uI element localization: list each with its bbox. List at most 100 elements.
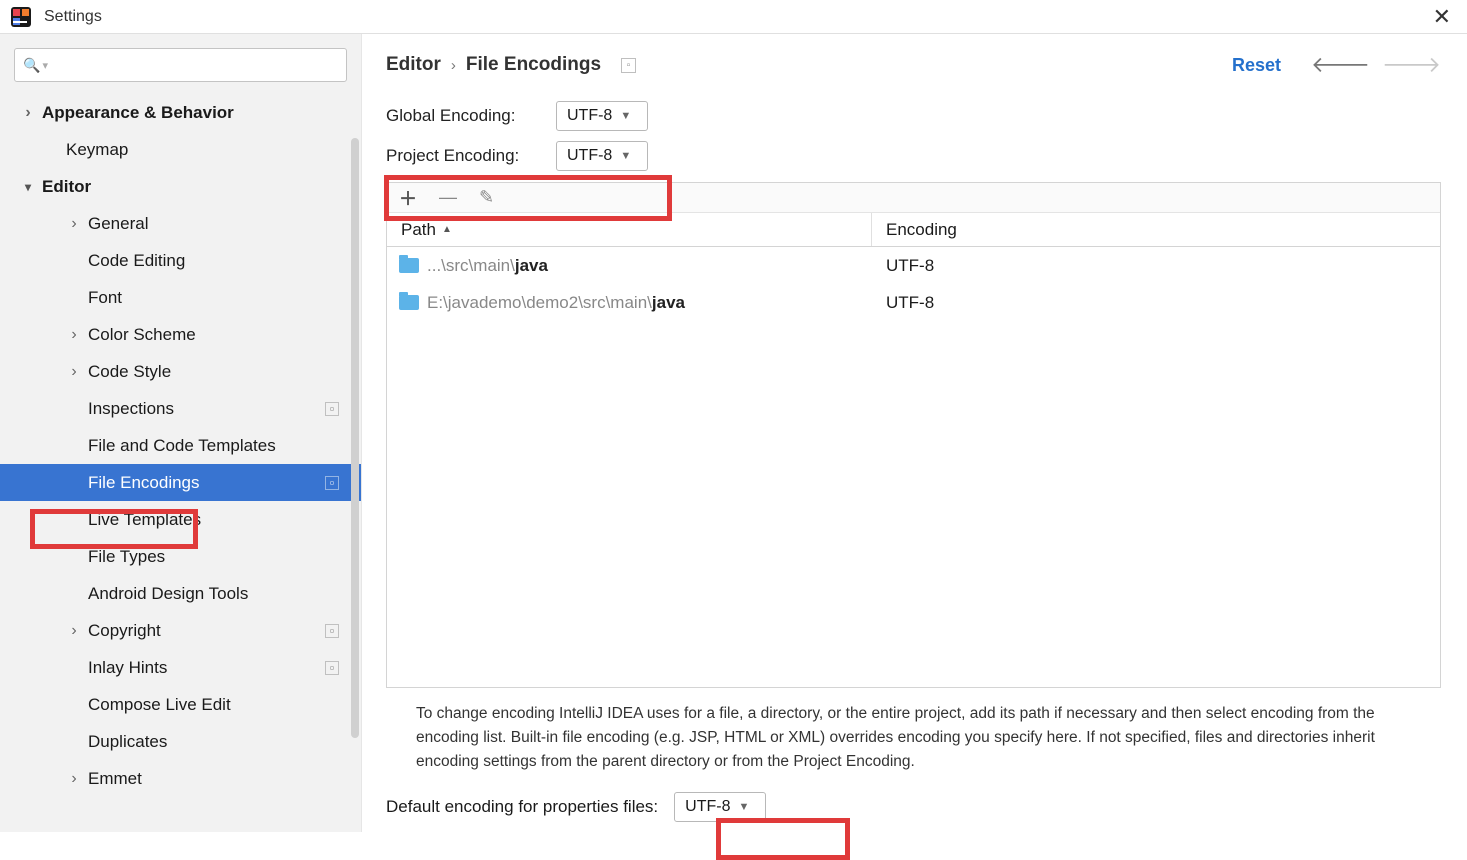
search-icon: 🔍 xyxy=(23,57,40,74)
tree-item-label: File and Code Templates xyxy=(88,436,276,456)
tree-item-label: Compose Live Edit xyxy=(88,695,231,715)
tree-item-label: Emmet xyxy=(88,769,142,789)
tree-item-emmet[interactable]: › Emmet xyxy=(0,760,361,797)
tree-item-label: Color Scheme xyxy=(88,325,196,345)
window-title: Settings xyxy=(44,8,102,26)
tree-item-label: Copyright xyxy=(88,621,161,641)
properties-encoding-label: Default encoding for properties files: xyxy=(386,797,658,817)
tree-item-color-scheme[interactable]: › Color Scheme xyxy=(0,316,361,353)
tree-item-label: Appearance & Behavior xyxy=(42,103,234,123)
tree-item-inlay-hints[interactable]: ›Inlay Hints▫ xyxy=(0,649,361,686)
tree-item-live-templates[interactable]: ›Live Templates xyxy=(0,501,361,538)
sort-ascending-icon: ▲ xyxy=(442,224,452,235)
title-bar: Settings ✕ xyxy=(0,0,1467,34)
folder-icon xyxy=(399,295,419,310)
chevron-right-icon: › xyxy=(66,326,82,344)
global-encoding-select[interactable]: UTF-8 ▼ xyxy=(556,101,648,131)
settings-tree-sidebar: 🔍 ▾ ›Appearance & Behavior›Keymap▾Editor… xyxy=(0,34,362,832)
chevron-down-icon: ▾ xyxy=(20,180,36,194)
table-toolbar: ＋ — ✎ xyxy=(387,183,1440,213)
properties-encoding-value: UTF-8 xyxy=(685,798,730,816)
edit-icon[interactable]: ✎ xyxy=(479,187,494,208)
tree-item-code-editing[interactable]: ›Code Editing xyxy=(0,242,361,279)
tree-item-editor[interactable]: ▾ Editor xyxy=(0,168,361,205)
tree-item-file-and-code-templates[interactable]: ›File and Code Templates xyxy=(0,427,361,464)
chevron-down-icon: ▼ xyxy=(738,801,749,813)
path-text: E:\javademo\demo2\src\main\java xyxy=(427,293,685,313)
tree-item-general[interactable]: ›General xyxy=(0,205,361,242)
chevron-right-icon: › xyxy=(451,57,456,74)
project-encoding-select[interactable]: UTF-8 ▼ xyxy=(556,141,648,171)
add-icon[interactable]: ＋ xyxy=(399,185,417,211)
breadcrumb-editor[interactable]: Editor xyxy=(386,54,441,76)
breadcrumb-file-encodings: File Encodings xyxy=(466,54,601,76)
chevron-right-icon: › xyxy=(66,770,82,788)
tree-item-code-style[interactable]: › Code Style xyxy=(0,353,361,390)
remove-icon[interactable]: — xyxy=(439,187,457,208)
nav-back-icon[interactable]: 🡐 xyxy=(1311,52,1370,78)
global-encoding-value: UTF-8 xyxy=(567,107,612,125)
column-header-path[interactable]: Path ▲ xyxy=(387,213,872,246)
chevron-down-icon: ▼ xyxy=(620,110,631,122)
settings-tree[interactable]: ›Appearance & Behavior›Keymap▾Editor›Gen… xyxy=(0,94,361,832)
tree-item-label: Editor xyxy=(42,177,91,197)
nav-forward-icon: 🡒 xyxy=(1382,52,1441,78)
tree-item-label: Code Style xyxy=(88,362,171,382)
app-icon xyxy=(10,6,32,28)
tree-item-copyright[interactable]: › Copyright ▫ xyxy=(0,612,361,649)
tree-item-font[interactable]: ›Font xyxy=(0,279,361,316)
path-text: ...\src\main\java xyxy=(427,256,548,276)
chevron-right-icon: › xyxy=(66,622,82,640)
table-header: Path ▲ Encoding xyxy=(387,213,1440,247)
table-row[interactable]: E:\javademo\demo2\src\main\javaUTF-8 xyxy=(387,284,1440,321)
column-header-encoding-label: Encoding xyxy=(886,220,957,239)
column-header-encoding[interactable]: Encoding xyxy=(872,220,1440,240)
close-icon[interactable]: ✕ xyxy=(1427,4,1457,30)
project-scope-badge-icon: ▫ xyxy=(621,58,636,73)
tree-item-inspections[interactable]: ›Inspections▫ xyxy=(0,390,361,427)
tree-item-label: Font xyxy=(88,288,122,308)
tree-item-label: Inspections xyxy=(88,399,174,419)
tree-item-android-design-tools[interactable]: ›Android Design Tools xyxy=(0,575,361,612)
project-encoding-row: Project Encoding: UTF-8 ▼ xyxy=(386,136,1441,176)
tree-item-label: File Encodings xyxy=(88,473,200,493)
reset-button[interactable]: Reset xyxy=(1232,55,1281,76)
tree-item-label: Code Editing xyxy=(88,251,185,271)
tree-item-keymap[interactable]: ›Keymap xyxy=(0,131,361,168)
tree-item-label: Duplicates xyxy=(88,732,167,752)
encoding-table: ＋ — ✎ Path ▲ Encoding ...\src\main\java U… xyxy=(386,182,1441,688)
properties-encoding-row: Default encoding for properties files: U… xyxy=(386,788,1441,822)
global-encoding-row: Global Encoding: UTF-8 ▼ xyxy=(386,96,1441,136)
chevron-right-icon: › xyxy=(20,104,36,122)
tree-item-label: Keymap xyxy=(66,140,128,160)
global-encoding-label: Global Encoding: xyxy=(386,106,556,126)
encoding-cell: UTF-8 xyxy=(872,256,1440,276)
tree-item-duplicates[interactable]: ›Duplicates xyxy=(0,723,361,760)
tree-item-file-encodings[interactable]: ›File Encodings▫ xyxy=(0,464,361,501)
project-encoding-value: UTF-8 xyxy=(567,147,612,165)
column-header-path-label: Path xyxy=(401,220,436,240)
project-scope-badge-icon: ▫ xyxy=(325,624,339,638)
content-pane: Editor › File Encodings ▫ Reset 🡐 🡒 Glob… xyxy=(362,34,1467,832)
search-input-container[interactable]: 🔍 ▾ xyxy=(14,48,347,82)
header-row: Editor › File Encodings ▫ Reset 🡐 🡒 xyxy=(386,52,1441,78)
scrollbar-thumb[interactable] xyxy=(351,138,359,738)
folder-icon xyxy=(399,258,419,273)
help-text: To change encoding IntelliJ IDEA uses fo… xyxy=(416,702,1437,774)
tree-item-label: General xyxy=(88,214,148,234)
project-scope-badge-icon: ▫ xyxy=(325,476,339,490)
table-body[interactable]: ...\src\main\java UTF-8 E:\javademo\demo2\… xyxy=(387,247,1440,687)
table-row[interactable]: ...\src\main\java UTF-8 xyxy=(387,247,1440,284)
project-encoding-label: Project Encoding: xyxy=(386,146,556,166)
tree-item-file-types[interactable]: ›File Types xyxy=(0,538,361,575)
tree-item-appearance-behavior[interactable]: › Appearance & Behavior xyxy=(0,94,361,131)
tree-item-compose-live-edit[interactable]: ›Compose Live Edit xyxy=(0,686,361,723)
project-scope-badge-icon: ▫ xyxy=(325,402,339,416)
properties-encoding-select[interactable]: UTF-8 ▼ xyxy=(674,792,766,822)
project-scope-badge-icon: ▫ xyxy=(325,661,339,675)
breadcrumb: Editor › File Encodings ▫ xyxy=(386,54,636,76)
chevron-down-icon: ▼ xyxy=(620,150,631,162)
tree-item-label: File Types xyxy=(88,547,165,567)
search-input[interactable] xyxy=(48,57,338,74)
chevron-right-icon: › xyxy=(66,363,82,381)
